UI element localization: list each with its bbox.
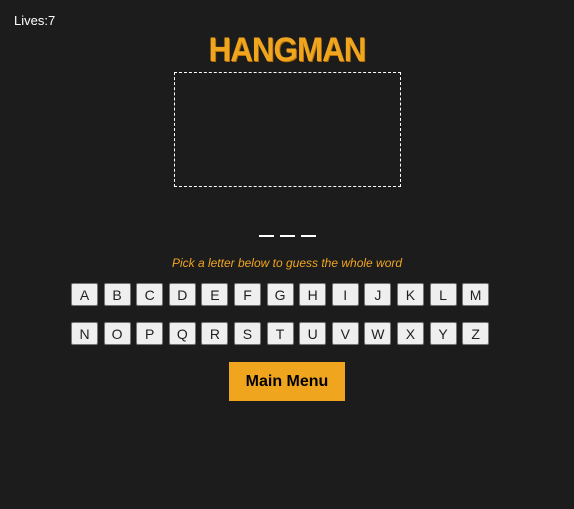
letter-button-z[interactable]: Z (462, 322, 490, 345)
letter-blank (258, 235, 274, 237)
letter-button-e[interactable]: E (201, 283, 229, 306)
letter-button-h[interactable]: H (299, 283, 327, 306)
letter-blank (279, 235, 295, 237)
letter-button-g[interactable]: G (266, 283, 294, 306)
letter-button-b[interactable]: B (103, 283, 131, 306)
letter-button-c[interactable]: C (136, 283, 164, 306)
letter-button-m[interactable]: M (462, 283, 490, 306)
letter-button-u[interactable]: U (299, 322, 327, 345)
letter-button-i[interactable]: I (331, 283, 359, 306)
hangman-drawing-area (174, 72, 401, 187)
letter-button-v[interactable]: V (331, 322, 359, 345)
letter-button-k[interactable]: K (396, 283, 424, 306)
letter-button-f[interactable]: F (233, 283, 261, 306)
letter-button-o[interactable]: O (103, 322, 131, 345)
instruction-text: Pick a letter below to guess the whole w… (171, 256, 403, 270)
letter-row-2: NOPQRSTUVWXYZ (71, 322, 495, 345)
letter-button-d[interactable]: D (168, 283, 196, 306)
game-title: HANGMAN (208, 31, 367, 69)
letter-blank (300, 235, 316, 237)
letter-button-j[interactable]: J (364, 283, 392, 306)
letter-button-q[interactable]: Q (168, 322, 196, 345)
letter-row-1: ABCDEFGHIJKLM (71, 283, 495, 306)
letter-button-x[interactable]: X (396, 322, 424, 345)
letter-button-r[interactable]: R (201, 322, 229, 345)
letter-button-t[interactable]: T (266, 322, 294, 345)
main-menu-button[interactable]: Main Menu (229, 362, 345, 401)
letter-button-a[interactable]: A (71, 283, 98, 306)
letter-button-p[interactable]: P (136, 322, 164, 345)
letter-button-l[interactable]: L (429, 283, 457, 306)
letter-button-y[interactable]: Y (429, 322, 457, 345)
word-blanks (0, 222, 574, 237)
letter-button-s[interactable]: S (233, 322, 261, 345)
letter-button-n[interactable]: N (71, 322, 98, 345)
lives-counter: Lives:7 (14, 13, 56, 28)
letter-button-w[interactable]: W (364, 322, 392, 345)
